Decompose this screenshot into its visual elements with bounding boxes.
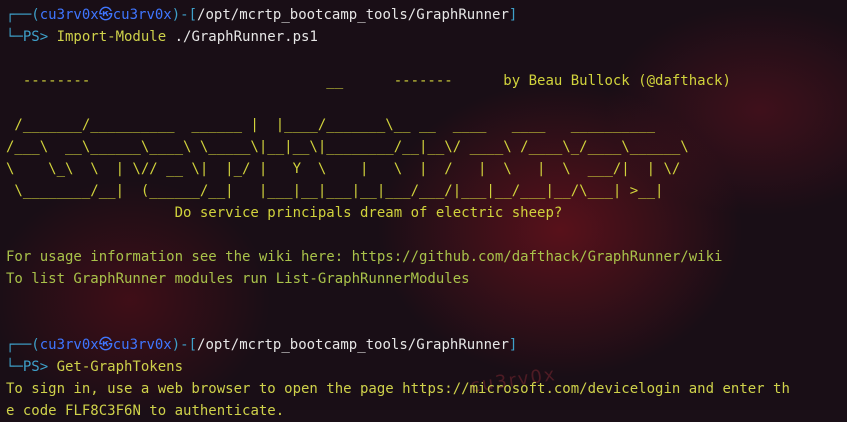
output-text: To sign in, use a web browser to open th… — [6, 381, 403, 397]
ascii-banner-text: -------- __ ------- — [6, 73, 453, 89]
usage-info: For usage information see the wiki here:… — [6, 249, 723, 265]
prompt-path: /opt/mcrtp_bootcamp_tools/GraphRunner — [197, 7, 509, 23]
prompt-path: /opt/mcrtp_bootcamp_tools/GraphRunner — [197, 337, 509, 353]
prompt-open: ┌──( — [6, 337, 40, 353]
prompt-at: ㉿ — [98, 7, 113, 23]
output-text: e code — [6, 403, 66, 419]
devicelogin-link[interactable]: https://microsoft.com/devicelogin — [402, 381, 680, 397]
prompt-line: ┌──(cu3rv0x㉿cu3rv0x)-[/opt/mcrtp_bootcam… — [6, 334, 847, 356]
command-line: └─PS> Get-GraphTokens — [6, 356, 847, 378]
prompt-line: ┌──(cu3rv0x㉿cu3rv0x)-[/opt/mcrtp_bootcam… — [6, 4, 847, 26]
output-line: To sign in, use a web browser to open th… — [6, 378, 847, 400]
prompt-bracket-end: ] — [508, 337, 518, 353]
prompt-bracket-end: ] — [508, 7, 518, 23]
ps-prompt: └─PS> — [6, 359, 57, 375]
command-name: Get-GraphTokens — [56, 359, 184, 375]
ascii-banner-line: /___\ __\______\____\ \_____\|__|__\|___… — [6, 139, 689, 155]
prompt-host: cu3rv0x — [112, 7, 172, 23]
banner-tagline: Do service principals dream of electric … — [6, 205, 563, 221]
command-argument: ./GraphRunner.ps1 — [166, 29, 318, 45]
prompt-bracket: )-[ — [171, 7, 198, 23]
prompt-open: ┌──( — [6, 7, 40, 23]
device-code: FLF8C3F6N — [65, 403, 141, 419]
command-name: Import-Module — [56, 29, 167, 45]
ascii-banner-line: /_______/__________ ______ | |____/_____… — [6, 117, 656, 133]
output-text: to authenticate. — [140, 403, 285, 419]
terminal-output[interactable]: ┌──(cu3rv0x㉿cu3rv0x)-[/opt/mcrtp_bootcam… — [6, 4, 847, 422]
output-line: e code FLF8C3F6N to authenticate. — [6, 400, 847, 422]
prompt-host: cu3rv0x — [112, 337, 172, 353]
output-text: and enter th — [680, 381, 790, 397]
prompt-bracket: )-[ — [171, 337, 198, 353]
ascii-banner-line: -------- __ ------- by Beau Bullock (@da… — [6, 70, 847, 92]
ps-prompt: └─PS> — [6, 29, 57, 45]
command-line: └─PS> Import-Module ./GraphRunner.ps1 — [6, 26, 847, 48]
ascii-banner-line: \ \_\ \ | \// __ \| |_/ | Y \ | \ | / | … — [6, 161, 681, 177]
prompt-user: cu3rv0x — [39, 7, 99, 23]
prompt-at: ㉿ — [98, 337, 113, 353]
banner-author: by Beau Bullock (@dafthack) — [452, 73, 731, 89]
ascii-banner-line: \________/__| (______/__| |___|__|___|__… — [6, 183, 664, 199]
modules-info: To list GraphRunner modules run List-Gra… — [6, 271, 470, 287]
prompt-user: cu3rv0x — [39, 337, 99, 353]
